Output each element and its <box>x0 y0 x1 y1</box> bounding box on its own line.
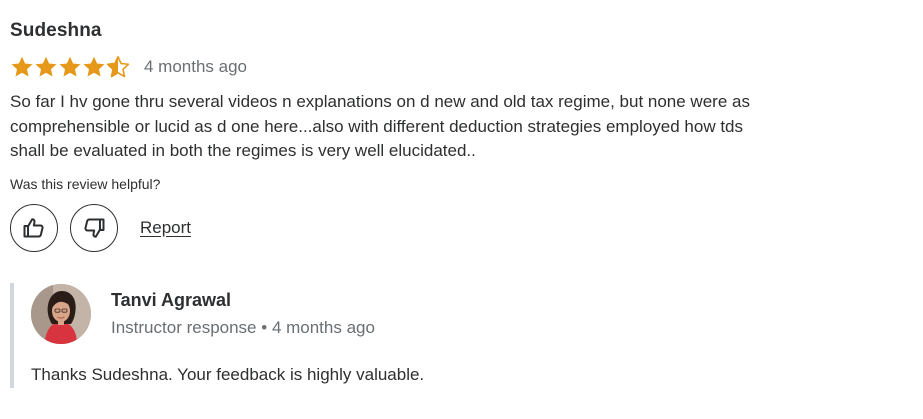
star-icon <box>59 56 81 77</box>
helpful-prompt: Was this review helpful? <box>10 176 161 192</box>
response-text: Thanks Sudeshna. Your feedback is highly… <box>31 365 425 384</box>
thumbs-down-icon <box>84 218 105 238</box>
review-actions: Report <box>10 204 191 252</box>
meta-separator: • <box>261 318 268 337</box>
star-icon <box>11 56 33 77</box>
reviewer-name: Sudeshna <box>10 20 102 41</box>
response-role: Instructor response <box>111 318 257 337</box>
report-link[interactable]: Report <box>140 218 191 238</box>
star-rating <box>10 55 130 79</box>
responder-name: Tanvi Agrawal <box>111 290 232 310</box>
avatar <box>31 284 91 344</box>
thumbs-up-icon <box>23 218 44 238</box>
thumbs-down-button[interactable] <box>70 204 118 252</box>
instructor-avatar-image <box>31 284 91 344</box>
rating-row: 4 months ago <box>10 54 247 80</box>
response-date: 4 months ago <box>271 318 375 337</box>
star-half-icon <box>106 56 130 78</box>
review-text: So far I hv gone thru several videos n e… <box>10 92 750 160</box>
review-card: Sudeshna 4 months ago So far I hv gone t… <box>0 0 923 419</box>
star-icon <box>35 56 57 77</box>
instructor-response: Tanvi Agrawal Instructor response • 4 mo… <box>10 283 890 388</box>
thumbs-up-button[interactable] <box>10 204 58 252</box>
star-icon <box>83 56 105 77</box>
review-date: 4 months ago <box>144 57 248 76</box>
response-meta: Instructor response • 4 months ago <box>111 318 375 338</box>
